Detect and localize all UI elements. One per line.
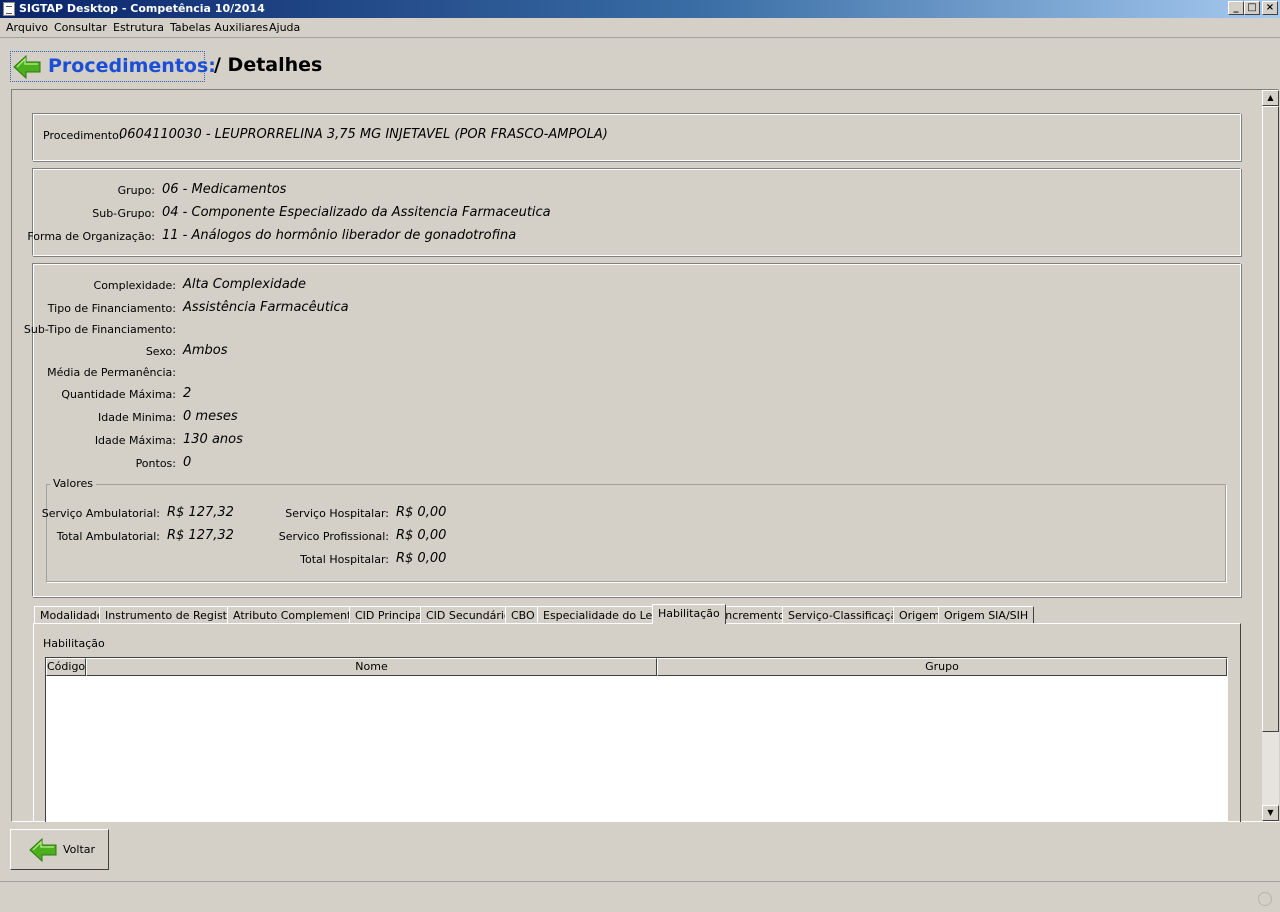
valores-legend: Valores [50, 477, 96, 490]
procedimentos-back-link[interactable]: Procedimentos: [10, 51, 216, 82]
tab-atributo-complementar[interactable]: Atributo Complementar [227, 606, 369, 624]
title-bar: SIGTAP Desktop - Competência 10/2014 _ □… [0, 0, 1280, 18]
status-bar [0, 881, 1280, 912]
pontos-label: Pontos: [135, 457, 176, 470]
procedure-label: Procedimento: [43, 129, 123, 142]
sub-grupo-value: 04 - Componente Especializado da Assiten… [162, 205, 551, 220]
window-title: SIGTAP Desktop - Competência 10/2014 [19, 2, 265, 15]
scroll-down-button[interactable]: ▼ [1262, 805, 1279, 821]
resize-grip-icon[interactable] [1258, 892, 1272, 906]
idade-minima-value: 0 meses [183, 409, 238, 424]
voltar-label: Voltar [63, 843, 96, 856]
bottom-bar [0, 822, 1262, 881]
sub-tipo-financiamento-label: Sub-Tipo de Financiamento: [23, 323, 176, 336]
procedure-box: Procedimento: 0604110030 - LEUPRORRELINA… [32, 113, 1241, 161]
grupo-value: 06 - Medicamentos [162, 182, 287, 197]
quantidade-maxima-label: Quantidade Máxima: [61, 388, 176, 401]
voltar-button[interactable]: Voltar [10, 829, 109, 870]
minimize-button[interactable]: _ [1228, 1, 1244, 15]
menu-consultar[interactable]: Consultar [54, 21, 107, 34]
tab-cbo[interactable]: CBO [505, 606, 541, 624]
sexo-value: Ambos [183, 343, 228, 358]
column-header-nome[interactable]: Nome [86, 658, 657, 676]
vertical-scrollbar[interactable]: ▲ ▼ [1262, 90, 1279, 821]
media-permanencia-label: Média de Permanência: [47, 366, 176, 379]
servico-ambulatorial-value: R$ 127,32 [167, 505, 234, 520]
forma-organizacao-value: 11 - Análogos do hormônio liberador de g… [162, 228, 517, 243]
valores-fieldset: Valores Serviço Ambulatorial: R$ 127,32 … [42, 477, 1226, 582]
tab-instrumento-registro[interactable]: Instrumento de Registro [99, 606, 245, 624]
menu-tabelas-auxiliares[interactable]: Tabelas Auxiliares [170, 21, 268, 34]
servico-hospitalar-value: R$ 0,00 [396, 505, 447, 520]
tipo-financiamento-value: Assistência Farmacêutica [183, 300, 349, 315]
sub-grupo-label: Sub-Grupo: [92, 207, 155, 220]
tipo-financiamento-label: Tipo de Financiamento: [47, 302, 176, 315]
complexidade-value: Alta Complexidade [183, 277, 307, 292]
grupo-label: Grupo: [117, 184, 155, 197]
column-header-grupo[interactable]: Grupo [657, 658, 1227, 676]
total-hospitalar-value: R$ 0,00 [396, 551, 447, 566]
close-button[interactable]: × [1262, 1, 1278, 15]
complexidade-label: Complexidade: [93, 279, 176, 292]
tab-panel-title: Habilitação [43, 637, 105, 650]
app-icon [3, 2, 15, 16]
quantidade-maxima-value: 2 [183, 386, 192, 401]
tab-cid-principal[interactable]: CID Principal [349, 606, 431, 624]
pontos-value: 0 [183, 455, 192, 470]
servico-profissional-label: Servico Profissional: [278, 530, 389, 543]
menu-bar: Arquivo Consultar Estrutura Tabelas Auxi… [0, 18, 1280, 38]
forma-organizacao-label: Forma de Organização: [27, 230, 155, 243]
idade-minima-label: Idade Minima: [98, 411, 176, 424]
page-title: / Detalhes [214, 54, 323, 76]
servico-ambulatorial-label: Serviço Ambulatorial: [41, 507, 160, 520]
total-ambulatorial-value: R$ 127,32 [167, 528, 234, 543]
servico-profissional-value: R$ 0,00 [396, 528, 447, 543]
procedimentos-link[interactable]: Procedimentos: [48, 55, 216, 77]
green-left-arrow-icon [13, 54, 41, 80]
total-hospitalar-label: Total Hospitalar: [300, 553, 389, 566]
sexo-label: Sexo: [145, 345, 176, 358]
habilitacao-table[interactable]: Código Nome Grupo [45, 657, 1228, 832]
classification-box: Grupo: 06 - Medicamentos Sub-Grupo: 04 -… [27, 168, 1241, 256]
tab-habilitacao[interactable]: Habilitação [652, 604, 726, 624]
menu-arquivo[interactable]: Arquivo [6, 21, 48, 34]
total-ambulatorial-label: Total Ambulatorial: [56, 530, 160, 543]
tab-servico-classificacao[interactable]: Serviço-Classificação [782, 606, 911, 624]
green-left-arrow-icon [29, 837, 57, 863]
scroll-up-button[interactable]: ▲ [1262, 90, 1279, 106]
details-box: Complexidade: Alta Complexidade Tipo de … [24, 263, 1241, 597]
tab-incremento[interactable]: Incremento [716, 606, 791, 624]
maximize-button[interactable]: □ [1244, 1, 1260, 15]
tab-cid-secundario[interactable]: CID Secundário [420, 606, 517, 624]
servico-hospitalar-label: Serviço Hospitalar: [285, 507, 389, 520]
idade-maxima-label: Idade Máxima: [94, 434, 176, 447]
column-header-codigo[interactable]: Código [46, 658, 86, 676]
menu-ajuda[interactable]: Ajuda [269, 21, 300, 34]
procedure-value: 0604110030 - LEUPRORRELINA 3,75 MG INJET… [119, 127, 608, 142]
idade-maxima-value: 130 anos [183, 432, 243, 447]
tab-origem-sia-sih[interactable]: Origem SIA/SIH [938, 606, 1035, 624]
scroll-thumb[interactable] [1262, 106, 1279, 732]
menu-estrutura[interactable]: Estrutura [113, 21, 164, 34]
